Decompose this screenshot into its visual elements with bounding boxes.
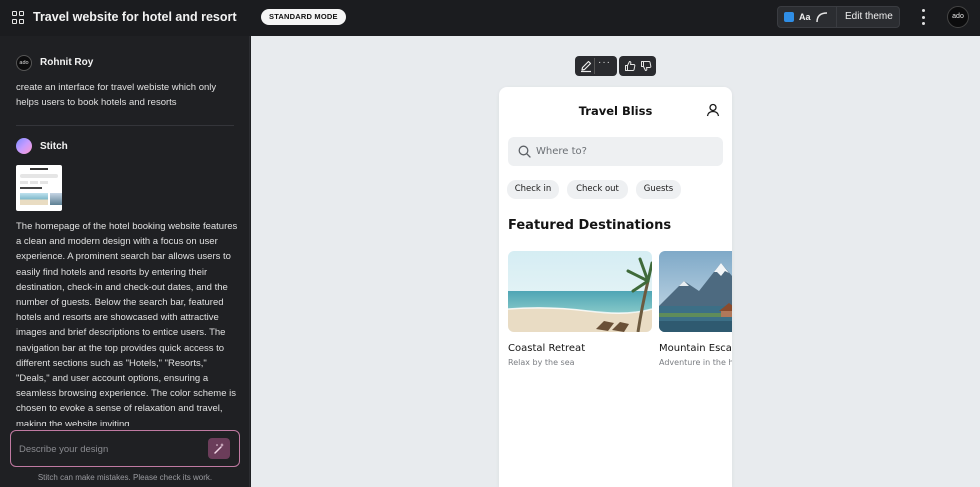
project-title[interactable]: Travel website for hotel and resort bbox=[33, 10, 237, 24]
prompt-composer bbox=[10, 430, 240, 467]
font-setting[interactable]: Aa bbox=[799, 12, 811, 22]
top-bar: Travel website for hotel and resort ··· … bbox=[0, 0, 980, 36]
user-message: create an interface for travel webiste w… bbox=[16, 82, 217, 108]
feedback-toolbar bbox=[619, 56, 656, 76]
user-name: Rohnit Roy bbox=[40, 57, 94, 68]
mobile-preview: Travel Bliss Check in Check out Guests F… bbox=[499, 87, 732, 487]
destination-card[interactable]: Coastal Retreat Relax by the sea bbox=[508, 251, 652, 367]
card-subtitle: Adventure in the hills bbox=[659, 358, 732, 367]
search-icon bbox=[518, 145, 531, 158]
stitch-avatar bbox=[16, 138, 32, 154]
check-in-chip[interactable]: Check in bbox=[507, 180, 559, 199]
more-vertical-icon[interactable] bbox=[918, 9, 928, 25]
pencil-icon[interactable] bbox=[579, 59, 593, 73]
chat-sidebar: ado Rohnit Roy create an interface for t… bbox=[0, 36, 250, 487]
design-canvas: ··· Travel Bliss Check in Check out Gues… bbox=[251, 36, 980, 487]
check-out-chip[interactable]: Check out bbox=[567, 180, 628, 199]
user-icon[interactable] bbox=[706, 103, 720, 117]
card-subtitle: Relax by the sea bbox=[508, 358, 575, 367]
destination-card[interactable]: Mountain Escape Adventure in the hills bbox=[659, 251, 732, 367]
mountain-image bbox=[659, 251, 732, 332]
assistant-message: The homepage of the hotel booking websit… bbox=[16, 221, 238, 426]
thumbs-down-icon[interactable] bbox=[640, 60, 652, 72]
divider bbox=[16, 125, 234, 126]
corner-radius-icon[interactable] bbox=[815, 10, 829, 24]
generate-button[interactable] bbox=[208, 438, 230, 459]
card-title: Mountain Escape bbox=[659, 343, 732, 354]
mode-badge[interactable]: STANDARD MODE bbox=[261, 9, 346, 25]
card-title: Coastal Retreat bbox=[508, 343, 586, 354]
color-swatch[interactable] bbox=[784, 12, 794, 22]
edit-theme-button[interactable]: Edit theme bbox=[836, 7, 893, 27]
user-avatar: ado bbox=[16, 55, 32, 71]
prompt-input[interactable] bbox=[19, 442, 199, 456]
destination-search bbox=[508, 137, 723, 166]
more-horizontal-icon[interactable]: ··· bbox=[222, 6, 239, 22]
edit-toolbar: ··· bbox=[575, 56, 617, 76]
guests-chip[interactable]: Guests bbox=[636, 180, 681, 199]
beach-image bbox=[508, 251, 652, 332]
thumbs-up-icon[interactable] bbox=[624, 60, 636, 72]
design-thumbnail[interactable] bbox=[16, 165, 62, 211]
search-input[interactable] bbox=[536, 144, 706, 159]
account-avatar[interactable]: ado bbox=[947, 6, 969, 28]
magic-pen-icon bbox=[214, 443, 224, 454]
brand-title: Travel Bliss bbox=[578, 104, 653, 118]
disclaimer-text: Stitch can make mistakes. Please check i… bbox=[37, 473, 213, 482]
assistant-name: Stitch bbox=[40, 141, 68, 152]
more-horizontal-icon[interactable]: ··· bbox=[598, 57, 611, 68]
section-title: Featured Destinations bbox=[508, 218, 672, 233]
theme-controls: Aa Edit theme bbox=[777, 6, 900, 28]
grid-icon[interactable] bbox=[12, 11, 25, 24]
